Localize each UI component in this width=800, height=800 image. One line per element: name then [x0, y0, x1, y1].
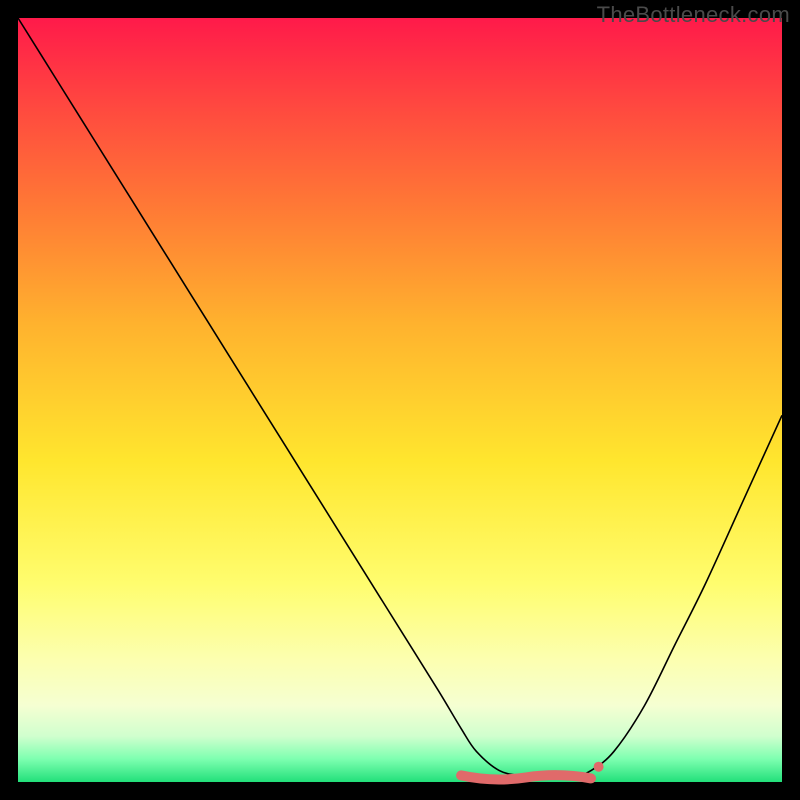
trough-dot [594, 762, 604, 772]
chart-svg [18, 18, 782, 782]
trough-highlight [461, 775, 591, 779]
watermark-text: TheBottleneck.com [597, 2, 790, 28]
bottleneck-curve [18, 18, 782, 778]
chart-plot-area [18, 18, 782, 782]
